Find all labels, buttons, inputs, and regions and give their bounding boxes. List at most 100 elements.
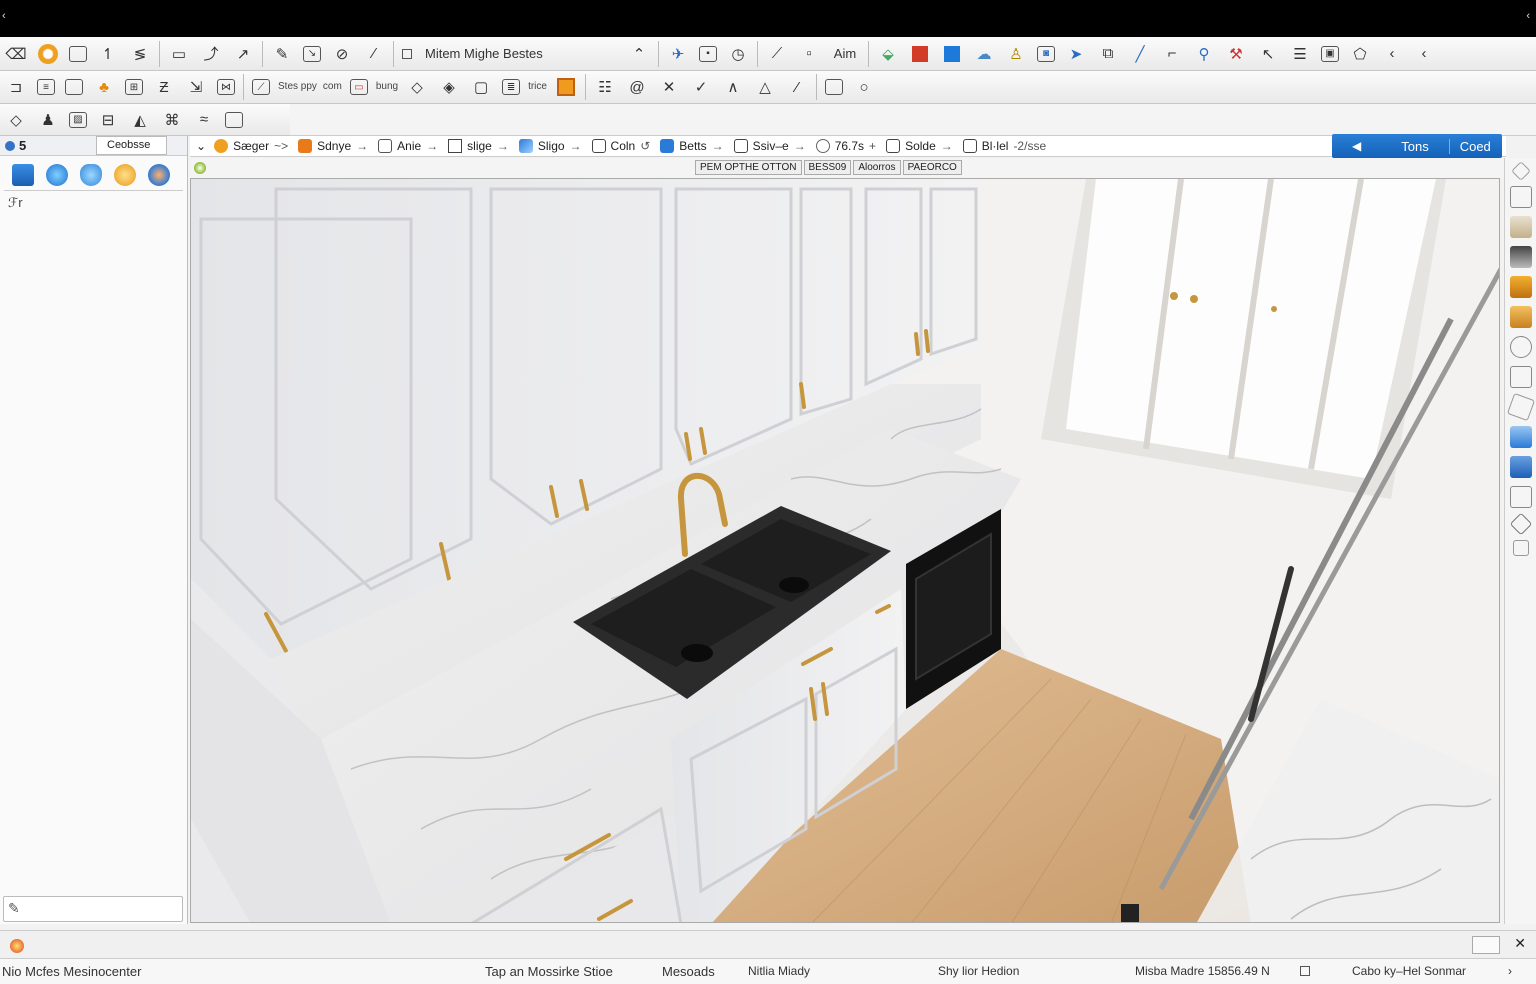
cmd-item-8[interactable]: 76.7s +	[815, 139, 876, 153]
clock-icon[interactable]: ◷	[727, 43, 749, 65]
red-material-icon[interactable]	[909, 43, 931, 65]
select-icon[interactable]: ⊐	[5, 76, 27, 98]
walk-icon[interactable]: ♟	[37, 109, 59, 131]
rotate-icon[interactable]	[1506, 392, 1535, 422]
check-icon[interactable]: ✓	[690, 76, 712, 98]
brush-icon[interactable]: ╱	[1129, 43, 1151, 65]
camera-icon[interactable]: ◙	[1037, 45, 1055, 62]
cmd-chevron-icon[interactable]: ⌄	[196, 139, 206, 153]
arc-icon[interactable]: ↗	[232, 43, 254, 65]
circle-icon[interactable]: ○	[853, 76, 875, 98]
pencil-icon[interactable]: ✎	[271, 43, 293, 65]
line-tool-icon[interactable]: ↿	[97, 43, 119, 65]
eraser-icon[interactable]: ⌫	[5, 43, 27, 65]
list-icon[interactable]: ☰	[1289, 43, 1311, 65]
outliner-icon[interactable]: ☷	[594, 76, 616, 98]
view-tag[interactable]: BESS09	[803, 160, 852, 175]
section-icon[interactable]: ⋈	[217, 79, 235, 95]
diamond-small-icon[interactable]	[1510, 161, 1531, 181]
component-icon[interactable]: ⊟	[97, 109, 119, 131]
orbit-icon[interactable]	[37, 43, 59, 65]
pin-icon[interactable]: ✈	[667, 43, 689, 65]
push-pull-icon[interactable]: ⤴	[200, 43, 222, 65]
tools-x-icon[interactable]: ✕	[1514, 935, 1526, 952]
cloud-icon[interactable]: ☁	[973, 43, 995, 65]
view-tag[interactable]: PEM OPTHE OTTON	[695, 160, 802, 175]
page-icon[interactable]: ≣	[502, 79, 521, 95]
copy-icon[interactable]: ⧉	[1097, 43, 1119, 65]
zig-icon[interactable]: Ƶ	[153, 76, 175, 98]
record-icon[interactable]	[10, 939, 24, 953]
monitor-icon[interactable]	[65, 79, 83, 95]
caret-icon[interactable]: ⌃	[628, 43, 650, 65]
angle-icon[interactable]: ∧	[722, 76, 744, 98]
scale-icon[interactable]: ↘	[303, 45, 321, 62]
collapse-glyph[interactable]: ‹	[1526, 10, 1530, 22]
folder-icon[interactable]	[1509, 276, 1532, 298]
cmd-item-0[interactable]: Sæger ~>	[214, 139, 288, 153]
tape-icon[interactable]: ⌘	[161, 109, 183, 131]
wave-icon[interactable]: ≈	[193, 109, 215, 131]
grid-box-icon[interactable]: ▣	[1321, 45, 1339, 62]
tag-icon[interactable]: ⬙	[877, 43, 899, 65]
follow-me-icon[interactable]: ⁄	[363, 43, 385, 65]
measure-icon[interactable]: ▭	[168, 43, 190, 65]
square-tool-icon[interactable]: ▪	[699, 45, 717, 62]
frame-icon[interactable]	[69, 45, 87, 62]
balloon-icon[interactable]	[80, 164, 102, 186]
gear-icon[interactable]	[1509, 336, 1532, 358]
dash-icon[interactable]: ⁄	[786, 76, 808, 98]
clipboard-icon[interactable]: ≡	[37, 79, 55, 95]
paint-bucket-icon[interactable]: ♣	[93, 76, 115, 98]
arrow-tool-icon[interactable]: ↖	[1257, 43, 1279, 65]
scissor-icon[interactable]	[1509, 246, 1532, 268]
ruler-icon[interactable]: ◇	[406, 76, 428, 98]
window-icon[interactable]: ▭	[349, 79, 368, 95]
cmd-item-5[interactable]: Coln ↺	[591, 139, 650, 153]
dot-box-icon[interactable]	[1512, 540, 1529, 556]
pencil-ruler-icon[interactable]	[1509, 216, 1532, 238]
panel-tool-glyph[interactable]: ℱr	[0, 191, 187, 215]
status-chevron-icon[interactable]: ›	[1508, 964, 1512, 978]
view-tag[interactable]: PAEORCO	[902, 160, 962, 175]
hat-icon[interactable]	[1509, 486, 1532, 508]
crop-icon[interactable]: ⌐	[1161, 43, 1183, 65]
dimension-icon[interactable]: ⇲	[185, 76, 207, 98]
spiral-icon[interactable]: @	[626, 76, 648, 98]
panel-icon[interactable]	[225, 111, 243, 128]
window-blue-icon[interactable]	[1509, 426, 1532, 448]
box-open-icon[interactable]	[1509, 306, 1532, 328]
diamond-large-icon[interactable]	[1509, 512, 1532, 536]
figure-icon[interactable]: ♙	[1005, 43, 1027, 65]
cross-icon[interactable]: ✕	[658, 76, 680, 98]
freehand-icon[interactable]: ≶	[129, 43, 151, 65]
layers-icon[interactable]	[114, 164, 136, 186]
send-icon[interactable]: ➤	[1065, 43, 1087, 65]
chevron-left-icon[interactable]: ‹	[1381, 43, 1403, 65]
cmd-item-10[interactable]: Bl·lel -2/sse	[962, 139, 1046, 153]
cmd-item-4[interactable]: Sligo →	[518, 139, 582, 153]
wrench-icon[interactable]: ⚒	[1225, 43, 1247, 65]
mountain-icon[interactable]	[1472, 936, 1500, 954]
table-icon[interactable]: ⊞	[125, 79, 143, 95]
slash-tool-icon[interactable]: ⟋	[766, 43, 788, 65]
panel-tab[interactable]: Ceobsse	[96, 136, 168, 155]
3d-viewport[interactable]	[190, 178, 1500, 923]
minus-box-icon[interactable]	[1509, 186, 1532, 208]
cmd-item-7[interactable]: Ssiv–e →	[733, 139, 806, 153]
cube-icon[interactable]: ▢	[470, 76, 492, 98]
panel-bottom-field[interactable]: ✎	[3, 896, 183, 922]
share-icon[interactable]	[1509, 456, 1532, 478]
sphere-icon[interactable]	[148, 164, 170, 186]
tools-button[interactable]: ◀ Tons Coed	[1332, 134, 1502, 158]
diamond-icon[interactable]: ◈	[438, 76, 460, 98]
back-glyph[interactable]: ‹	[2, 10, 6, 22]
blue-material-icon[interactable]	[941, 43, 963, 65]
view-tag[interactable]: Aloorros	[853, 160, 901, 175]
tools-button-sub[interactable]: Coed	[1448, 138, 1491, 154]
layer-icon[interactable]	[1509, 366, 1532, 388]
chevron-left-icon-2[interactable]: ‹	[1413, 43, 1435, 65]
diamond-outline-icon[interactable]: ◇	[5, 109, 27, 131]
cmd-item-9[interactable]: Solde →	[886, 139, 953, 153]
image-icon[interactable]: ⟋	[252, 79, 270, 95]
